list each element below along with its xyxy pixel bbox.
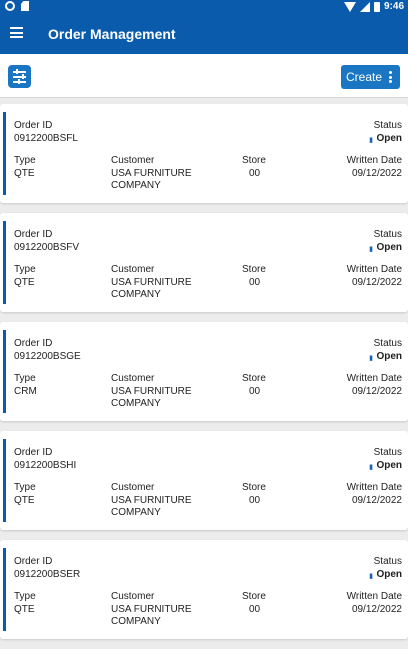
- status-icon: ▮: [369, 573, 373, 580]
- customer-label: Customer: [111, 264, 155, 275]
- store-value: 00: [249, 495, 261, 506]
- written-date-label: Written Date: [346, 155, 402, 166]
- store-value: 00: [249, 604, 261, 615]
- store-label: Store: [242, 155, 266, 166]
- card-accent: [3, 112, 6, 195]
- customer-value: USA FURNITURE COMPANY: [111, 604, 192, 627]
- status-value: Open: [376, 242, 402, 253]
- written-date-label: Written Date: [346, 264, 402, 275]
- written-date-value: 09/12/2022: [351, 386, 402, 397]
- order-id-value: 0912200BSER: [14, 569, 81, 580]
- status-value: Open: [376, 351, 402, 362]
- order-card[interactable]: Order ID 0912200BSFL Status ▮ Open Type …: [0, 104, 408, 203]
- signal-icon: [359, 1, 370, 12]
- order-id-value: 0912200BSHI: [14, 460, 77, 471]
- written-date-value: 09/12/2022: [351, 495, 402, 506]
- menu-icon[interactable]: [10, 27, 23, 38]
- customer-value: USA FURNITURE COMPANY: [111, 495, 192, 518]
- type-value: QTE: [14, 495, 35, 506]
- written-date-label: Written Date: [346, 482, 402, 493]
- customer-value: USA FURNITURE COMPANY: [111, 168, 192, 191]
- customer-value: USA FURNITURE COMPANY: [111, 277, 192, 300]
- customer-label: Customer: [111, 482, 155, 493]
- order-card[interactable]: Order ID 0912200BSER Status ▮ Open Type …: [0, 540, 408, 639]
- card-accent: [3, 330, 6, 413]
- status-value: Open: [376, 569, 402, 580]
- order-id-label: Order ID: [14, 447, 53, 458]
- customer-label: Customer: [111, 155, 155, 166]
- status-label: Status: [373, 338, 402, 349]
- more-options-icon[interactable]: [389, 71, 392, 85]
- written-date-label: Written Date: [346, 373, 402, 384]
- app-bar: Order Management: [0, 14, 408, 54]
- order-id-label: Order ID: [14, 120, 53, 131]
- type-label: Type: [14, 373, 36, 384]
- customer-label: Customer: [111, 373, 155, 384]
- order-id-label: Order ID: [14, 556, 53, 567]
- store-value: 00: [249, 168, 261, 179]
- order-id-label: Order ID: [14, 229, 53, 240]
- order-card[interactable]: Order ID 0912200BSHI Status ▮ Open Type …: [0, 431, 408, 530]
- order-id-value: 0912200BSFV: [14, 242, 80, 253]
- card-accent: [3, 548, 6, 631]
- order-list: Order ID 0912200BSFL Status ▮ Open Type …: [0, 104, 408, 649]
- status-icon: ▮: [369, 355, 373, 362]
- sync-icon: [5, 1, 15, 11]
- card-accent: [3, 439, 6, 522]
- order-id-label: Order ID: [14, 338, 53, 349]
- toolbar: Create: [0, 54, 408, 98]
- customer-value: USA FURNITURE COMPANY: [111, 386, 192, 409]
- status-value: Open: [376, 133, 402, 144]
- type-value: CRM: [14, 386, 37, 397]
- type-value: QTE: [14, 168, 35, 179]
- type-label: Type: [14, 155, 36, 166]
- status-icon: ▮: [369, 137, 373, 144]
- create-button-label: Create: [346, 70, 383, 84]
- filter-button[interactable]: [8, 65, 31, 88]
- order-id-value: 0912200BSFL: [14, 133, 78, 144]
- store-value: 00: [249, 386, 261, 397]
- type-label: Type: [14, 482, 36, 493]
- customer-label: Customer: [111, 591, 155, 602]
- status-icon: ▮: [369, 246, 373, 253]
- sd-card-icon: [21, 1, 29, 11]
- written-date-value: 09/12/2022: [351, 604, 402, 615]
- order-id-value: 0912200BSGE: [14, 351, 81, 362]
- store-label: Store: [242, 264, 266, 275]
- create-button[interactable]: Create: [341, 65, 400, 89]
- written-date-label: Written Date: [346, 591, 402, 602]
- order-card[interactable]: Order ID 0912200BSGE Status ▮ Open Type …: [0, 322, 408, 421]
- status-value: Open: [376, 460, 402, 471]
- status-icon: ▮: [369, 464, 373, 471]
- store-value: 00: [249, 277, 261, 288]
- status-label: Status: [373, 120, 402, 131]
- store-label: Store: [242, 482, 266, 493]
- store-label: Store: [242, 591, 266, 602]
- type-value: QTE: [14, 277, 35, 288]
- written-date-value: 09/12/2022: [351, 168, 402, 179]
- status-bar: 9:46: [0, 0, 408, 14]
- wifi-icon: [343, 1, 356, 12]
- status-label: Status: [373, 447, 402, 458]
- written-date-value: 09/12/2022: [351, 277, 402, 288]
- status-label: Status: [373, 556, 402, 567]
- status-label: Status: [373, 229, 402, 240]
- order-card[interactable]: Order ID 0912200BSFV Status ▮ Open Type …: [0, 213, 408, 312]
- type-label: Type: [14, 264, 36, 275]
- type-label: Type: [14, 591, 36, 602]
- store-label: Store: [242, 373, 266, 384]
- type-value: QTE: [14, 604, 35, 615]
- page-title: Order Management: [48, 26, 176, 42]
- battery-icon: [373, 1, 380, 12]
- clock: 9:46: [383, 1, 404, 12]
- card-accent: [3, 221, 6, 304]
